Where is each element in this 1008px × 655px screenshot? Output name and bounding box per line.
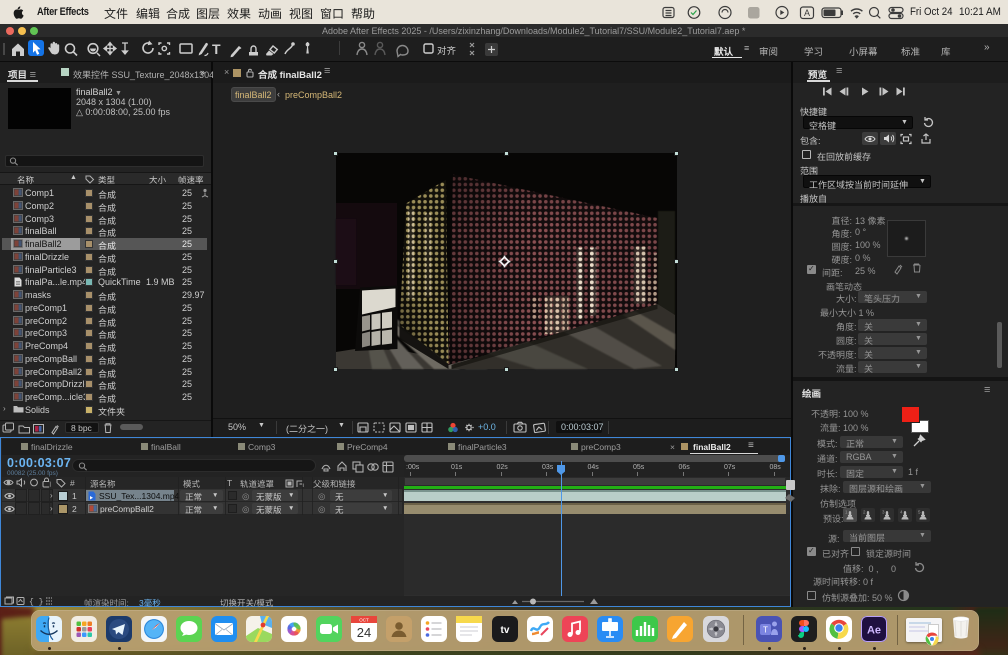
svg-text:T: T bbox=[763, 626, 768, 635]
svg-text:24: 24 bbox=[357, 625, 371, 640]
svg-text:2: 2 bbox=[863, 510, 866, 515]
svg-text:tv: tv bbox=[501, 625, 510, 636]
svg-text:Ae: Ae bbox=[867, 625, 881, 637]
svg-text:{ }: { } bbox=[29, 598, 43, 607]
svg-text:T: T bbox=[212, 41, 221, 57]
svg-text:5: 5 bbox=[918, 510, 921, 515]
svg-text:OCT: OCT bbox=[359, 618, 369, 623]
svg-text:3: 3 bbox=[882, 510, 885, 515]
svg-text:1: 1 bbox=[845, 510, 848, 515]
svg-text:4: 4 bbox=[900, 510, 903, 515]
svg-text:A: A bbox=[804, 8, 810, 18]
